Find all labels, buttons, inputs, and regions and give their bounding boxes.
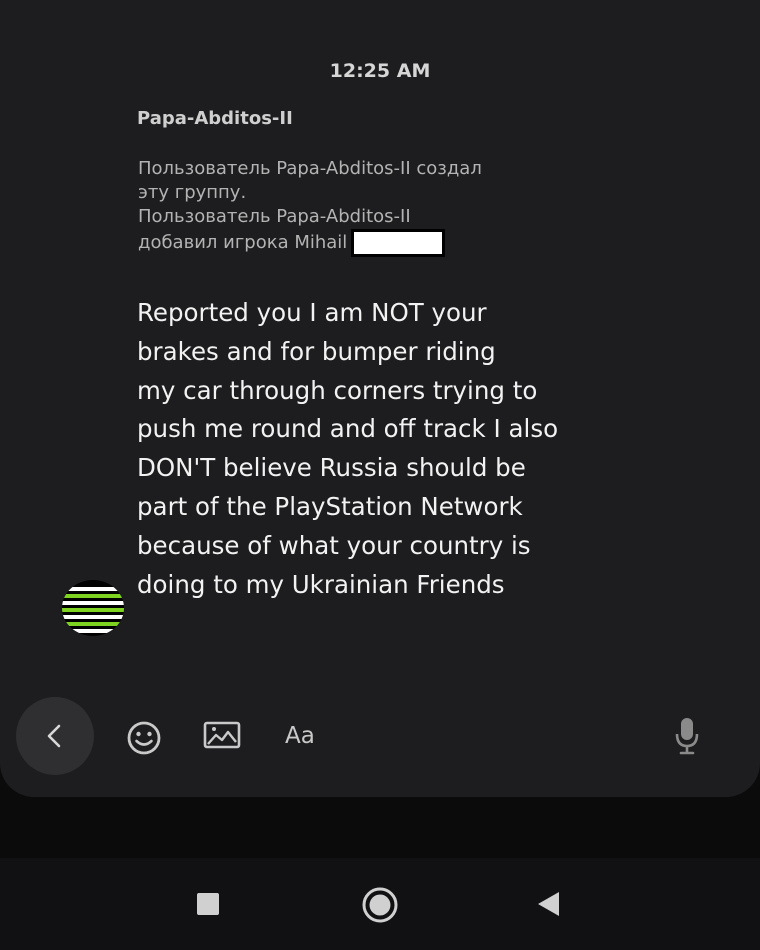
message-line: part of the PlayStation Network	[137, 491, 523, 521]
message-line: my car through corners trying to	[137, 375, 538, 405]
avatar-stripe	[62, 587, 124, 591]
avatar-stripe	[62, 629, 124, 633]
system-message-line: эту группу.	[138, 182, 247, 203]
chat-panel: 12:25 AM Papa-Abditos-II Пользователь Pa…	[0, 0, 760, 797]
system-message-text: добавил игрока Mihail	[138, 232, 348, 253]
avatar-stripe	[62, 615, 124, 619]
message-line: brakes and for bumper riding	[137, 336, 496, 366]
emoji-icon[interactable]	[124, 718, 164, 758]
back-button[interactable]	[16, 697, 94, 775]
avatar-stripe	[62, 608, 124, 612]
triangle-back-icon[interactable]	[535, 890, 563, 918]
square-icon[interactable]	[195, 891, 221, 917]
microphone-icon[interactable]	[672, 714, 702, 758]
avatar-stripe	[62, 622, 124, 626]
avatar[interactable]	[62, 580, 124, 636]
message-line: doing to my Ukrainian Friends	[137, 569, 505, 599]
avatar-stripe	[62, 601, 124, 605]
circle-icon[interactable]	[360, 885, 400, 925]
avatar-stripe	[62, 594, 124, 598]
sender-name[interactable]: Papa-Abditos-II	[137, 108, 293, 129]
message-line: DON'T believe Russia should be	[137, 453, 526, 483]
system-message-line: добавил игрока Mihail	[138, 229, 578, 257]
system-message-line: Пользователь Papa-Abditos-II создал	[138, 158, 482, 179]
message-line: because of what your country is	[137, 530, 531, 560]
chevron-left-icon	[47, 724, 61, 748]
message-bubble: Reported you I am NOT your brakes and fo…	[137, 294, 607, 604]
system-message: Пользователь Papa-Abditos-II создал эту …	[138, 157, 578, 257]
text-format-button[interactable]: Aa	[285, 723, 315, 749]
image-icon[interactable]	[201, 718, 243, 754]
message-line: Reported you I am NOT your	[137, 298, 487, 327]
system-message-line: Пользователь Papa-Abditos-II	[138, 206, 411, 227]
message-line: push me round and off track I also	[137, 414, 559, 444]
system-nav-bar	[0, 858, 760, 950]
redacted-box	[351, 229, 446, 257]
message-timestamp: 12:25 AM	[329, 60, 431, 82]
